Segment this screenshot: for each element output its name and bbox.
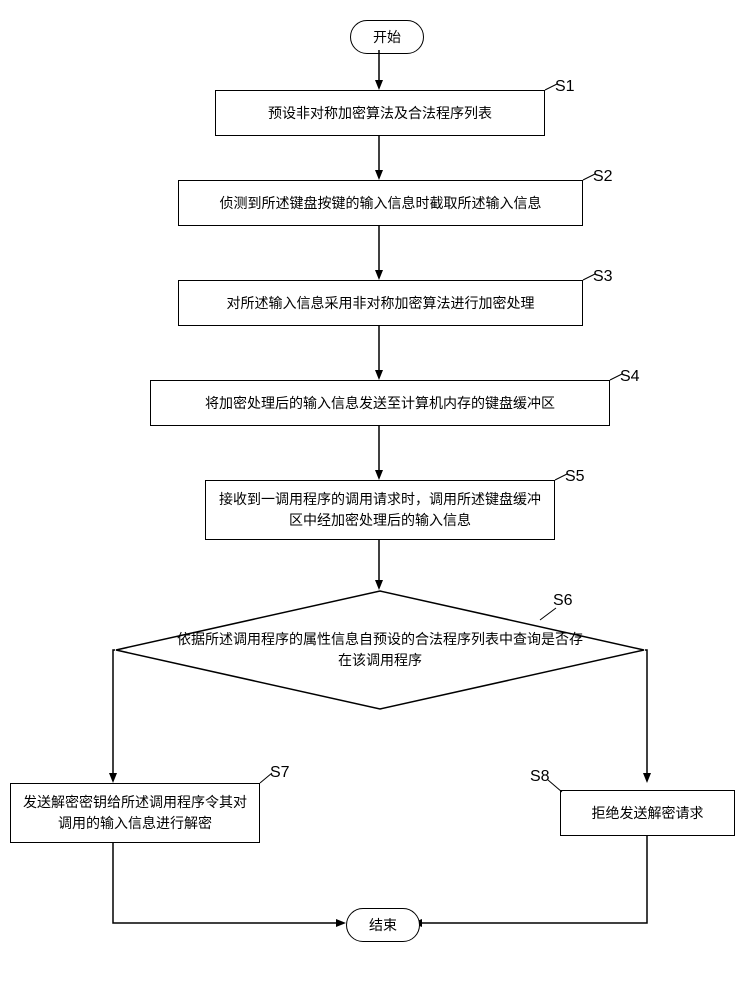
connector-s7-end <box>113 843 363 946</box>
step-label-s8: S8 <box>530 768 550 786</box>
step-label-s7: S7 <box>270 764 290 782</box>
process-s4: 将加密处理后的输入信息发送至计算机内存的键盘缓冲区 <box>150 380 610 426</box>
label-line-s5 <box>555 480 569 490</box>
process-s8: 拒绝发送解密请求 <box>560 790 735 836</box>
label-line-s3 <box>583 280 597 290</box>
process-s3: 对所述输入信息采用非对称加密算法进行加密处理 <box>178 280 583 326</box>
connector-s8-end <box>410 836 660 939</box>
label-line-s6 <box>540 610 558 624</box>
arrow-s1-s2 <box>374 136 384 180</box>
label-line-s2 <box>583 180 597 190</box>
label-line-s1 <box>545 90 559 100</box>
arrow-s2-s3 <box>374 226 384 280</box>
start-terminator: 开始 <box>350 20 424 54</box>
arrow-s4-s5 <box>374 426 384 480</box>
connector-s6-s7 <box>115 650 145 793</box>
process-s7-text: 发送解密密钥给所述调用程序令其对调用的输入信息进行解密 <box>21 792 249 834</box>
process-s1: 预设非对称加密算法及合法程序列表 <box>215 90 545 136</box>
start-label: 开始 <box>373 29 401 45</box>
process-s5-text: 接收到一调用程序的调用请求时，调用所述键盘缓冲区中经加密处理后的输入信息 <box>216 489 544 531</box>
step-label-s6: S6 <box>553 592 573 610</box>
end-terminator: 结束 <box>346 908 420 942</box>
decision-s6-text: 依据所述调用程序的属性信息自预设的合法程序列表中查询是否存在该调用程序 <box>175 629 585 671</box>
process-s5: 接收到一调用程序的调用请求时，调用所述键盘缓冲区中经加密处理后的输入信息 <box>205 480 555 540</box>
label-line-s8 <box>548 784 564 796</box>
arrow-s5-s6 <box>374 540 384 590</box>
arrow-s3-s4 <box>374 326 384 380</box>
process-s1-text: 预设非对称加密算法及合法程序列表 <box>268 103 492 123</box>
process-s4-text: 将加密处理后的输入信息发送至计算机内存的键盘缓冲区 <box>205 393 555 413</box>
label-line-s7 <box>260 783 274 793</box>
process-s8-text: 拒绝发送解密请求 <box>592 803 704 823</box>
process-s7: 发送解密密钥给所述调用程序令其对调用的输入信息进行解密 <box>10 783 260 843</box>
process-s3-text: 对所述输入信息采用非对称加密算法进行加密处理 <box>227 293 535 313</box>
connector-s6-s8 <box>645 650 675 793</box>
flowchart-container: 开始 预设非对称加密算法及合法程序列表 S1 侦测到所述键盘按键的输入信息时截取… <box>0 20 745 980</box>
end-label: 结束 <box>369 917 397 933</box>
arrow-start-s1 <box>374 50 384 90</box>
process-s2-text: 侦测到所述键盘按键的输入信息时截取所述输入信息 <box>220 193 542 213</box>
label-line-s4 <box>610 380 624 390</box>
process-s2: 侦测到所述键盘按键的输入信息时截取所述输入信息 <box>178 180 583 226</box>
